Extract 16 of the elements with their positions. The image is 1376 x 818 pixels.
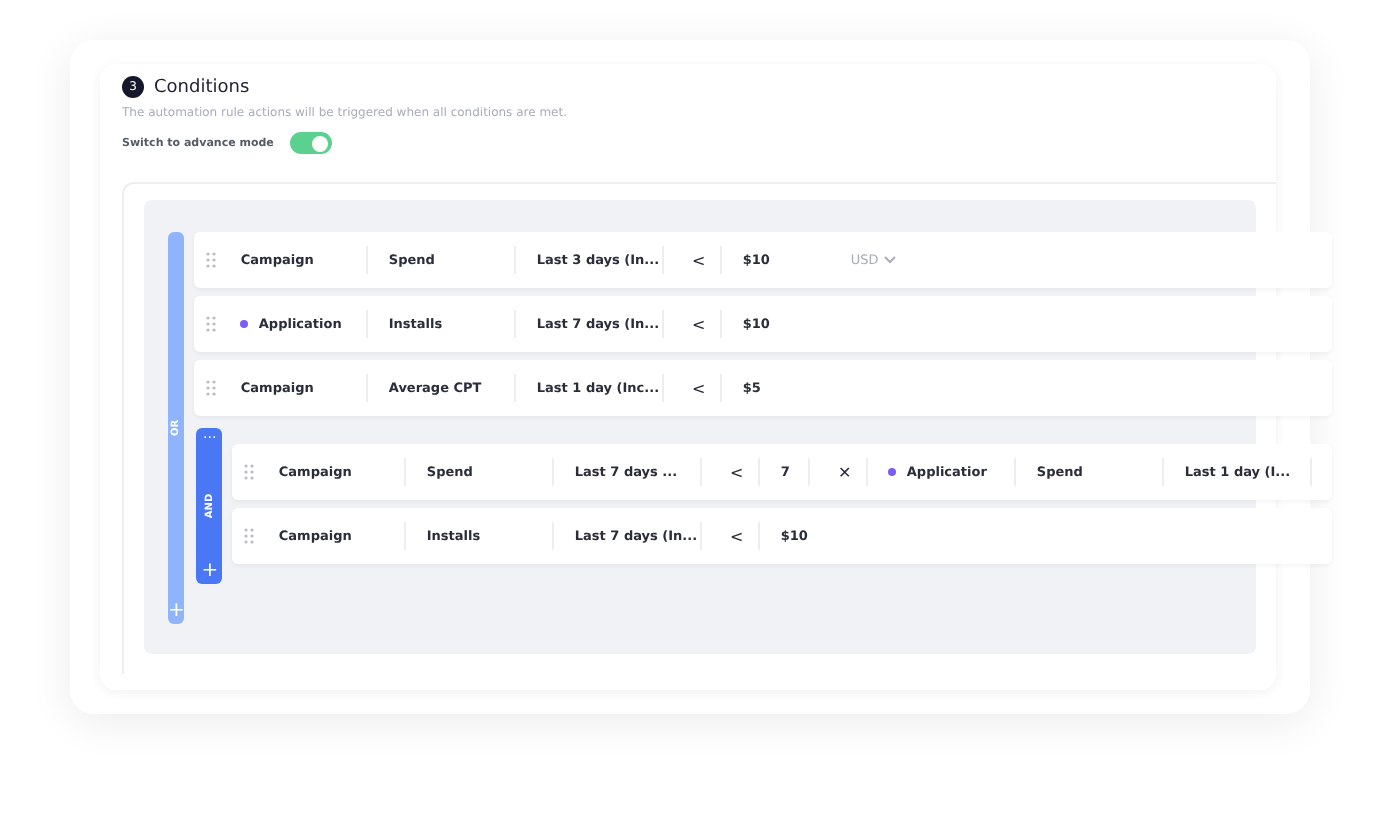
operator: < — [692, 379, 706, 397]
operator: < — [730, 463, 744, 481]
add-button[interactable]: + — [168, 602, 185, 622]
operator: < — [692, 315, 706, 333]
operator: ✕ — [838, 463, 852, 481]
section-title: Conditions — [154, 77, 250, 97]
drag-handle-icon[interactable] — [206, 380, 217, 396]
drag-handle-icon[interactable] — [206, 316, 217, 332]
operator: < — [730, 527, 744, 545]
toggle-switch[interactable] — [289, 132, 332, 154]
chevron-down-icon — [884, 256, 897, 264]
drag-handle-icon[interactable] — [244, 464, 255, 480]
drag-handle-icon[interactable] — [244, 528, 255, 544]
operator: < — [692, 251, 706, 269]
add-button[interactable]: + — [201, 562, 219, 582]
drag-handle-icon[interactable] — [206, 252, 217, 268]
